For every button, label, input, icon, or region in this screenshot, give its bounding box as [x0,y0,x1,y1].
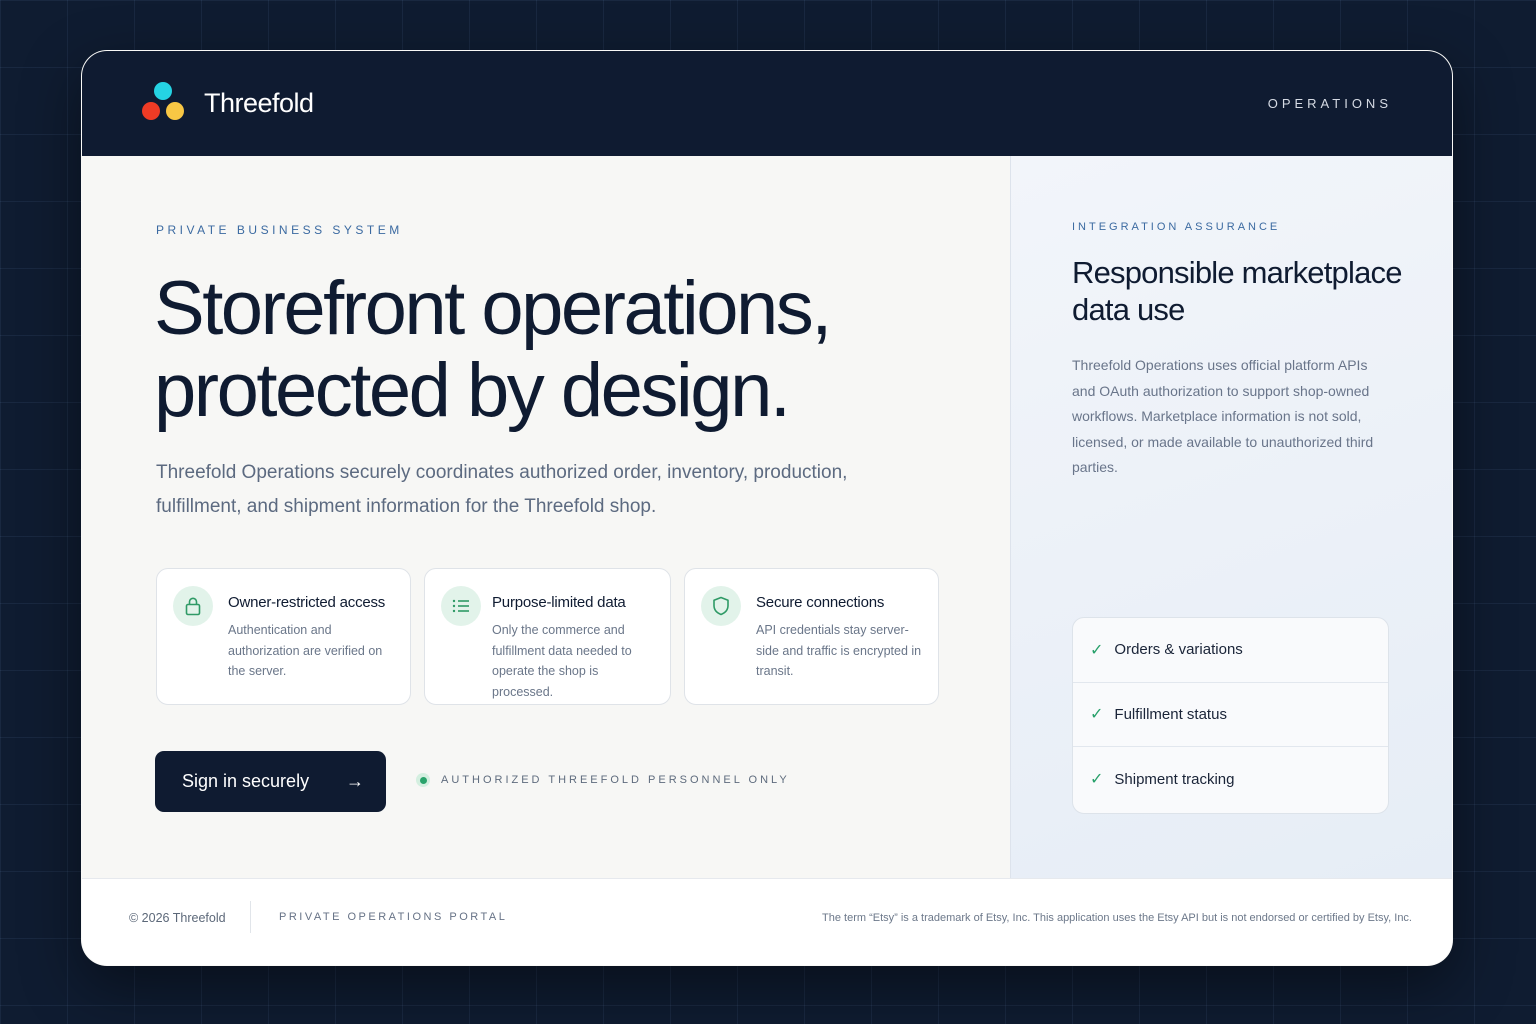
footer-divider [250,901,251,933]
hero-eyebrow: PRIVATE BUSINESS SYSTEM [156,223,403,237]
feature-card-access: Owner-restricted access Authentication a… [156,568,411,705]
feature-description: Authentication and authorization are ver… [228,623,383,678]
feature-card-data: Purpose-limited data Only the commerce a… [424,568,671,705]
checklist-item: ✓ Fulfillment status [1073,683,1388,747]
arrow-right-icon: → [346,771,364,791]
feature-title: Owner-restricted access [228,594,386,611]
sign-in-label: Sign in securely [182,771,310,791]
headline-line-2: protected by design. [154,348,791,433]
authorized-note: AUTHORIZED THREEFOLD PERSONNEL ONLY [416,773,790,787]
shield-icon [701,586,741,626]
feature-description: Only the commerce and fulfillment data n… [492,623,632,699]
authorized-note-text: AUTHORIZED THREEFOLD PERSONNEL ONLY [441,774,790,786]
threefold-logo-icon [142,81,186,126]
portal-card: Threefold OPERATIONS PRIVATE BUSINESS SY… [81,50,1453,966]
feature-card-secure: Secure connections API credentials stay … [684,568,939,705]
lock-icon [173,586,213,626]
copyright: © 2026 Threefold [129,911,226,925]
assurance-panel: INTEGRATION ASSURANCE Responsible market… [1010,156,1452,878]
hero-headline: Storefront operations, protected by desi… [154,268,954,432]
trademark-notice: The term “Etsy” is a trademark of Etsy, … [822,912,1412,924]
headline-line-1: Storefront operations, [154,266,832,351]
checklist-item: ✓ Orders & variations [1073,618,1388,683]
portal-label: PRIVATE OPERATIONS PORTAL [279,911,508,923]
assurance-title: Responsible marketplace data use [1072,255,1402,327]
logo-yellow-dot [166,101,184,120]
checklist-label: Fulfillment status [1114,705,1227,723]
status-dot-icon [416,773,430,787]
assurance-body: Threefold Operations uses official platf… [1072,357,1374,475]
hero-lede: Threefold Operations securely coordinate… [156,462,848,517]
top-bar: Threefold OPERATIONS [82,51,1452,156]
feature-title: Purpose-limited data [492,594,626,611]
data-scope-checklist: ✓ Orders & variations ✓ Fulfillment stat… [1072,617,1389,814]
feature-description: API credentials stay server-side and tra… [756,623,922,678]
feature-title: Secure connections [756,594,885,611]
check-icon: ✓ [1090,706,1104,724]
nav-operations[interactable]: OPERATIONS [1268,96,1392,111]
checklist-label: Orders & variations [1114,641,1243,659]
hero-section: PRIVATE BUSINESS SYSTEM Storefront opera… [82,156,1010,878]
logo-cyan-dot [154,81,172,100]
assurance-eyebrow: INTEGRATION ASSURANCE [1072,221,1281,233]
logo-red-dot [142,101,160,120]
list-icon [441,586,481,626]
check-icon: ✓ [1090,641,1104,659]
footer: © 2026 Threefold PRIVATE OPERATIONS PORT… [82,878,1452,965]
brand-name: Threefold [204,88,314,118]
sign-in-button[interactable]: Sign in securely → [155,751,386,812]
checklist-item: ✓ Shipment tracking [1073,747,1388,812]
check-icon: ✓ [1090,771,1104,789]
checklist-label: Shipment tracking [1114,770,1235,788]
